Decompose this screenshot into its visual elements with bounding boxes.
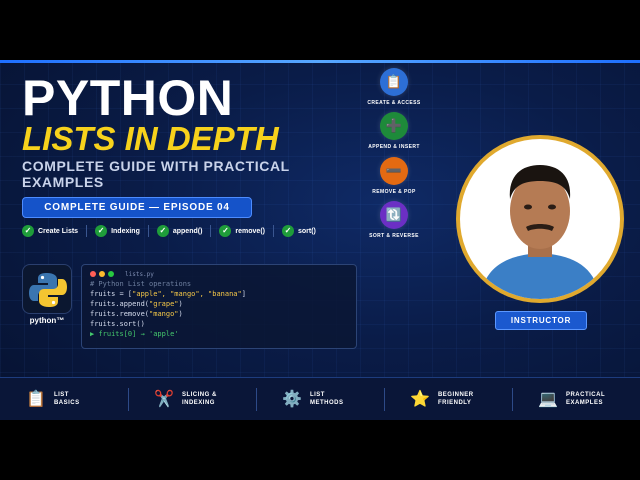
check-icon: ✓: [219, 225, 232, 237]
topic-tag: ✓ append(): [156, 225, 203, 237]
label-line: SLICING &: [181, 392, 217, 398]
topic-label: remove(): [235, 227, 265, 235]
check-icon: ✓: [156, 225, 169, 237]
divider: [147, 225, 149, 237]
python-logo-icon: [22, 264, 72, 314]
feature-label: APPEND & INSERT: [368, 144, 420, 150]
bottom-feature-bar: 📋 LIST BASICS ✂️ SLICING & INDEXING ⚙️ LIS…: [0, 377, 640, 420]
bottom-item-label: BEGINNER FRIENDLY: [438, 391, 486, 407]
plus-icon: ➕: [380, 112, 408, 140]
topic-tag: ✓ Indexing: [95, 225, 140, 237]
bottom-item-practical: 💻 PRACTICAL EXAMPLES: [512, 378, 640, 420]
feature-label: REMOVE & POP: [372, 189, 416, 195]
bottom-item-label: LIST BASICS: [54, 391, 102, 407]
minimize-dot: [99, 271, 105, 277]
label-line: FRIENDLY: [437, 400, 472, 406]
instructor-badge: INSTRUCTOR: [495, 311, 587, 330]
check-icon: ✓: [282, 225, 294, 237]
sort-icon: 🔃: [380, 201, 408, 229]
code-text: fruits.remove(: [90, 310, 150, 318]
scissors-icon: ✂️: [154, 391, 174, 408]
code-text: fruits.append(: [90, 300, 150, 308]
instructor-photo: [460, 139, 620, 299]
clipboard-icon: 📋: [26, 391, 46, 408]
label-line: METHODS: [309, 400, 344, 406]
topic-tag: ✓ remove(): [219, 225, 265, 237]
thumbnail-frame: PYTHON LISTS IN DEPTH COMPLETE GUIDE WIT…: [0, 60, 640, 420]
title-python: PYTHON: [22, 70, 234, 126]
label-line: PRACTICAL: [565, 392, 606, 398]
topic-tag: ✓ sort(): [282, 225, 316, 237]
check-icon: ✓: [95, 225, 108, 237]
feature-append-insert: ➕ APPEND & INSERT: [358, 112, 430, 150]
close-dot: [90, 271, 96, 277]
bottom-item-label: SLICING & INDEXING: [182, 391, 230, 407]
bottom-item-label: LIST METHODS: [310, 391, 358, 407]
code-string: "mango": [149, 310, 179, 318]
laptop-icon: 💻: [538, 391, 558, 408]
clipboard-icon: 📋: [380, 68, 408, 96]
label-line: EXAMPLES: [565, 400, 603, 406]
feature-remove-pop: ➖ REMOVE & POP: [358, 157, 430, 195]
topic-label: Create Lists: [38, 227, 79, 235]
star-icon: ⭐: [410, 391, 430, 408]
topic-label: Indexing: [111, 227, 140, 235]
code-string: "apple", "mango", "banana": [132, 290, 242, 298]
code-line: fruits.remove("mango"): [90, 309, 348, 319]
label-line: LIST: [53, 392, 69, 398]
divider: [86, 225, 88, 237]
episode-badge: COMPLETE GUIDE — EPISODE 04: [22, 197, 252, 218]
divider: [210, 225, 212, 237]
title-lists-in-depth: LISTS IN DEPTH: [22, 120, 279, 157]
window-controls: lists.py: [90, 269, 348, 279]
code-text: fruits = [: [90, 290, 133, 298]
bottom-item-list-methods: ⚙️ LIST METHODS: [256, 378, 384, 420]
label-line: INDEXING: [181, 400, 215, 406]
code-line: fruits.append("grape"): [90, 299, 348, 309]
feature-create-access: 📋 CREATE & ACCESS: [358, 68, 430, 106]
python-logo-label: python™: [29, 316, 65, 325]
code-text: ): [178, 300, 183, 308]
feature-sort-reverse: 🔃 SORT & REVERSE: [358, 201, 430, 239]
topic-label: sort(): [298, 227, 316, 235]
code-comment: # Python List operations: [90, 280, 192, 288]
topic-tags: ✓ Create Lists ✓ Indexing ✓ append() ✓ remov…: [22, 225, 316, 237]
subtitle: COMPLETE GUIDE WITH PRACTICAL EXAMPLES: [22, 158, 290, 190]
bottom-item-slicing: ✂️ SLICING & INDEXING: [128, 378, 256, 420]
instructor-portrait: [456, 135, 624, 303]
code-text: ]: [241, 290, 246, 298]
top-accent-line: [0, 60, 640, 63]
label-line: BEGINNER: [437, 392, 474, 398]
topic-tag: ✓ Create Lists: [22, 225, 78, 237]
bottom-item-beginner: ⭐ BEGINNER FRIENDLY: [384, 378, 512, 420]
code-filename: lists.py: [125, 270, 154, 278]
code-line: fruits = ["apple", "mango", "banana"]: [90, 289, 348, 299]
code-text: ): [178, 310, 183, 318]
label-line: LIST: [309, 392, 325, 398]
code-line: fruits.sort(): [90, 320, 145, 328]
code-window: lists.py # Python List operations fruits…: [81, 264, 357, 349]
minus-icon: ➖: [380, 157, 408, 185]
topic-label: append(): [172, 227, 203, 235]
check-icon: ✓: [22, 225, 34, 237]
gear-icon: ⚙️: [282, 391, 302, 408]
feature-label: CREATE & ACCESS: [367, 100, 421, 106]
divider: [273, 225, 274, 237]
feature-label: SORT & REVERSE: [369, 233, 419, 239]
maximize-dot: [108, 271, 114, 277]
code-output: ▶ fruits[0] → 'apple': [90, 330, 179, 338]
bottom-item-list-basics: 📋 LIST BASICS: [0, 378, 128, 420]
code-string: "grape": [149, 300, 179, 308]
bottom-item-label: PRACTICAL EXAMPLES: [566, 391, 614, 407]
label-line: BASICS: [53, 400, 80, 406]
